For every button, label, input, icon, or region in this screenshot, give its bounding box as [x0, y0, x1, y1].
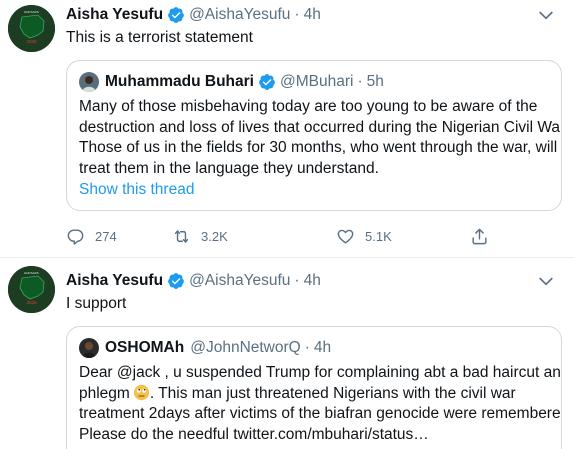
quoted-tweet-time: 5h: [366, 73, 384, 90]
tweet[interactable]: 2020 ENDSARS Aisha Yesufu @AishaYesufu ·…: [0, 258, 574, 449]
avatar[interactable]: 2020 ENDSARS: [8, 5, 55, 52]
chevron-down-icon[interactable]: [536, 5, 556, 25]
quoted-text-line: phlegm . This man just threatened Nigeria…: [79, 384, 553, 405]
share-button[interactable]: [470, 225, 499, 247]
tweet-header: Aisha Yesufu @AishaYesufu · 4h: [66, 4, 321, 26]
avatar-portrait-icon: [79, 338, 99, 358]
quoted-tweet-text: Dear @jack , u suspended Trump for compl…: [79, 363, 562, 446]
reply-count: 274: [95, 228, 117, 244]
tweet-text: This is a terrorist statement: [66, 29, 253, 46]
verified-badge-icon: [168, 7, 184, 23]
svg-text:ENDSARS: ENDSARS: [24, 10, 39, 14]
heart-icon: [337, 229, 354, 244]
separator-dot: ·: [304, 339, 310, 356]
chevron-down-icon[interactable]: [536, 271, 556, 291]
quoted-tweet[interactable]: OSHOMAh @JohnNetworQ · 4h Dear @jack , u…: [66, 326, 562, 449]
tweet-header: Aisha Yesufu @AishaYesufu · 4h: [66, 270, 321, 292]
separator-dot: ·: [294, 272, 300, 289]
verified-badge-icon: [168, 273, 184, 289]
like-count: 5.1K: [365, 228, 392, 244]
avatar-nigeria-map-icon: 2020 ENDSARS: [8, 266, 55, 313]
quoted-text-line: Please do the needful twitter.com/mbuhar…: [79, 425, 553, 446]
author-name[interactable]: Aisha Yesufu: [66, 272, 163, 290]
like-button[interactable]: 5.1K: [336, 225, 392, 247]
tweet-text: I support: [66, 295, 127, 312]
quoted-tweet[interactable]: Muhammadu Buhari @MBuhari · 5h Many of t…: [66, 60, 562, 211]
quoted-text-line: destruction and loss of lives that occur…: [79, 118, 562, 136]
show-thread-link[interactable]: Show this thread: [79, 180, 553, 201]
quoted-tweet-header: Muhammadu Buhari @MBuhari · 5h: [79, 71, 384, 93]
quoted-link[interactable]: twitter.com/mbuhari/status…: [233, 426, 429, 443]
quoted-avatar: [79, 72, 99, 92]
share-icon: [472, 228, 487, 244]
separator-dot: ·: [294, 6, 300, 23]
svg-text:ENDSARS: ENDSARS: [24, 271, 39, 275]
quoted-text-line: Dear @jack , u suspended Trump for compl…: [79, 364, 562, 381]
quoted-text-fragment: Please do the needful: [79, 425, 229, 443]
tweet-time[interactable]: 4h: [304, 272, 321, 290]
quoted-author-name: Muhammadu Buhari: [105, 73, 254, 90]
quoted-text-line: treat them in the language they understa…: [79, 159, 379, 177]
separator-dot: ·: [357, 73, 363, 90]
avatar-nigeria-map-icon: 2020 ENDSARS: [8, 5, 55, 52]
tweet-time[interactable]: 4h: [304, 6, 321, 24]
retweet-count: 3.2K: [201, 228, 228, 244]
quoted-avatar: [79, 338, 99, 358]
quoted-author-name: OSHOMAh: [105, 339, 185, 356]
verified-badge-icon: [259, 74, 275, 90]
quoted-tweet-text: Many of those misbehaving today are too …: [79, 97, 562, 201]
rolling-eyes-emoji-icon: [133, 384, 149, 400]
quoted-tweet-time: 4h: [313, 339, 332, 356]
quoted-text-fragment: phlegm: [79, 384, 130, 402]
tweet[interactable]: 2020 ENDSARS Aisha Yesufu @AishaYesufu ·…: [0, 0, 574, 258]
quoted-text-line: Many of those misbehaving today are too …: [79, 98, 538, 115]
quoted-text-line: treatment 2days after victims of the bia…: [79, 405, 562, 422]
retweet-button[interactable]: 3.2K: [172, 225, 228, 247]
quoted-text-fragment: . This man just threatened Nigerians wit…: [149, 384, 516, 402]
retweet-icon: [174, 229, 189, 243]
quoted-tweet-header: OSHOMAh @JohnNetworQ · 4h: [79, 337, 331, 359]
author-handle[interactable]: @AishaYesufu: [189, 272, 290, 290]
avatar[interactable]: 2020 ENDSARS: [8, 266, 55, 313]
quoted-author-handle: @JohnNetworQ: [190, 339, 301, 356]
svg-text:2020: 2020: [26, 300, 37, 305]
avatar-portrait-icon: [79, 72, 99, 92]
author-handle[interactable]: @AishaYesufu: [189, 6, 290, 24]
quoted-author-handle: @MBuhari: [279, 73, 354, 90]
quoted-text-line: Those of us in the fields for 30 months,…: [79, 139, 558, 156]
tweet-actions: 274 3.2K 5.1K: [66, 225, 506, 247]
author-name[interactable]: Aisha Yesufu: [66, 6, 163, 24]
reply-button[interactable]: 274: [66, 225, 117, 247]
reply-icon: [67, 228, 84, 245]
svg-text:2020: 2020: [26, 39, 37, 44]
